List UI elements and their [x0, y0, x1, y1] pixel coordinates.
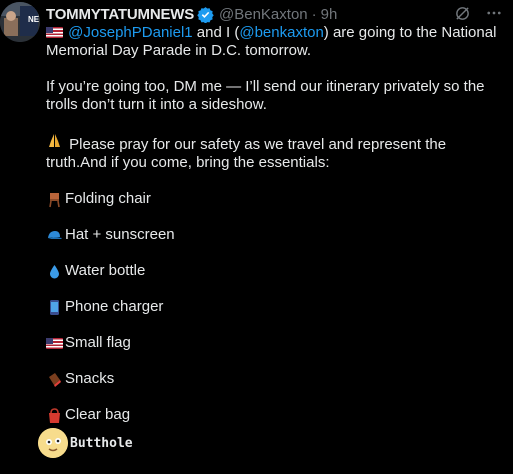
list-item-label: Clear bag: [65, 406, 131, 423]
mention-benkaxton[interactable]: @benkaxton: [239, 24, 323, 41]
us-flag-icon: [46, 337, 63, 349]
reply-user-avatar[interactable]: [38, 428, 68, 458]
post-paragraph-3-text: Please pray for our safety as we travel …: [46, 136, 447, 171]
list-item-phone-charger: Phone charger: [46, 298, 499, 316]
bag-icon: [46, 407, 63, 424]
author-display-name[interactable]: TOMMYTATUMNEWS: [46, 6, 194, 23]
post-paragraph-2: If you’re going too, DM me — I’ll send o…: [46, 78, 485, 113]
separator-dot: ·: [311, 5, 317, 23]
praying-hands-icon: [46, 132, 63, 149]
list-item-clear-bag: Clear bag: [46, 406, 499, 424]
list-item-label: Phone charger: [65, 298, 164, 315]
avatar-image: NE: [0, 2, 40, 42]
list-item-label: Small flag: [65, 334, 131, 351]
list-item-label: Folding chair: [65, 190, 151, 207]
us-flag-icon: [46, 27, 63, 38]
list-item-label: Hat + sunscreen: [65, 226, 175, 243]
more-options-icon[interactable]: [485, 4, 503, 22]
reply-user-name[interactable]: Butthole: [70, 436, 133, 451]
reply-user[interactable]: Butthole: [38, 428, 133, 458]
author-handle[interactable]: @BenKaxton: [219, 6, 308, 23]
phone-icon: [46, 299, 63, 316]
folding-chair-icon: [46, 191, 63, 208]
post-paragraph-3: Please pray for our safety as we travel …: [46, 132, 499, 172]
header-actions: [453, 4, 503, 22]
list-item-small-flag: Small flag: [46, 334, 499, 352]
chocolate-bar-icon: [46, 371, 63, 388]
author-avatar[interactable]: NE: [0, 2, 40, 42]
list-item-hat: Hat + sunscreen: [46, 226, 499, 244]
list-item-snacks: Snacks: [46, 370, 499, 388]
post-paragraph-1: @JosephPDaniel1 and I (@benkaxton) are g…: [46, 24, 499, 60]
verified-badge-icon: [197, 6, 214, 23]
list-item-label: Snacks: [65, 370, 115, 387]
cap-icon: [46, 227, 63, 244]
avatar-text: NE: [28, 15, 40, 24]
list-item-water-bottle: Water bottle: [46, 262, 499, 280]
mention-josephpdaniel1[interactable]: @JosephPDaniel1: [68, 24, 192, 41]
post-body: @JosephPDaniel1 and I (@benkaxton) are g…: [46, 24, 499, 424]
list-item-label: Water bottle: [65, 262, 146, 279]
post-header: TOMMYTATUMNEWS @BenKaxton · 9h: [46, 4, 503, 24]
list-item-folding-chair: Folding chair: [46, 190, 499, 208]
post-time[interactable]: 9h: [321, 6, 338, 23]
water-drop-icon: [46, 263, 63, 280]
post-text-mid: and I (: [192, 24, 240, 41]
grok-icon[interactable]: [453, 4, 471, 22]
